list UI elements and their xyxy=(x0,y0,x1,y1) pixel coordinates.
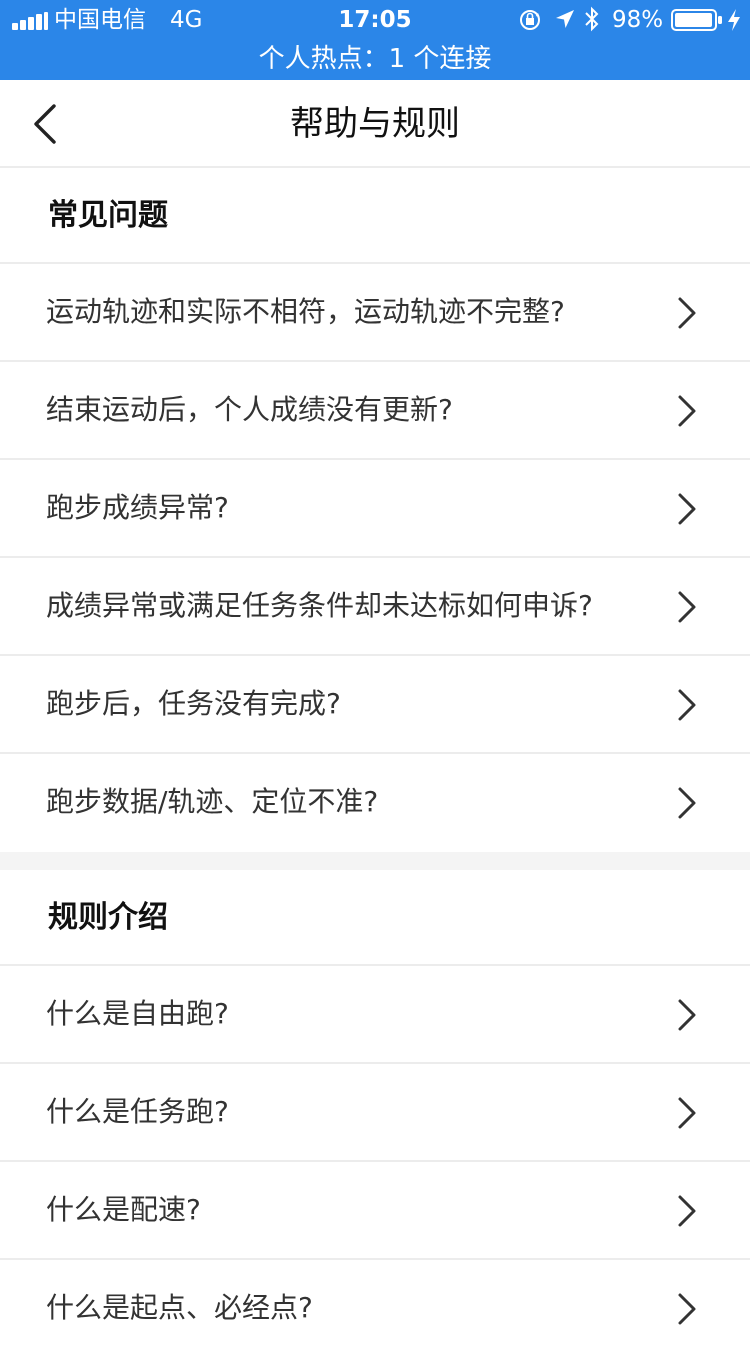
chevron-right-icon xyxy=(678,493,696,525)
list-item[interactable]: 成绩异常或满足任务条件却未达标如何申诉? xyxy=(0,558,750,656)
bluetooth-icon xyxy=(585,6,599,32)
status-bar: 中国电信 4G 17:05 98% 个人热点：1 个连接 xyxy=(0,0,750,80)
rules-list: 什么是自由跑? 什么是任务跑? 什么是配速? 什么是起点、必经点? xyxy=(0,966,750,1358)
list-item-label: 跑步成绩异常? xyxy=(46,491,229,524)
list-item-label: 结束运动后，个人成绩没有更新? xyxy=(46,393,453,426)
list-item[interactable]: 运动轨迹和实际不相符，运动轨迹不完整? xyxy=(0,264,750,362)
list-item-label: 什么是配速? xyxy=(46,1193,201,1226)
location-icon xyxy=(556,10,574,28)
nav-bar: 帮助与规则 xyxy=(0,80,750,168)
section-divider xyxy=(0,852,750,870)
list-item-label: 跑步数据/轨迹、定位不准? xyxy=(46,785,379,818)
chevron-right-icon xyxy=(678,1293,696,1325)
list-item-label: 运动轨迹和实际不相符，运动轨迹不完整? xyxy=(46,295,565,328)
chevron-right-icon xyxy=(678,591,696,623)
chevron-right-icon xyxy=(678,1097,696,1129)
list-item[interactable]: 什么是起点、必经点? xyxy=(0,1260,750,1358)
list-item[interactable]: 跑步数据/轨迹、定位不准? xyxy=(0,754,750,852)
charging-icon xyxy=(728,9,740,31)
section-title: 常见问题 xyxy=(48,198,168,233)
status-row: 中国电信 4G 17:05 98% xyxy=(0,0,750,40)
list-item[interactable]: 跑步成绩异常? xyxy=(0,460,750,558)
list-item[interactable]: 什么是配速? xyxy=(0,1162,750,1260)
page-title: 帮助与规则 xyxy=(290,104,460,144)
chevron-right-icon xyxy=(678,999,696,1031)
hotspot-banner[interactable]: 个人热点：1 个连接 xyxy=(0,40,750,78)
faq-list: 运动轨迹和实际不相符，运动轨迹不完整? 结束运动后，个人成绩没有更新? 跑步成绩… xyxy=(0,264,750,852)
chevron-right-icon xyxy=(678,297,696,329)
section-title: 规则介绍 xyxy=(48,900,168,935)
section-header-rules: 规则介绍 xyxy=(0,870,750,966)
chevron-right-icon xyxy=(678,1195,696,1227)
chevron-right-icon xyxy=(678,689,696,721)
list-item-label: 成绩异常或满足任务条件却未达标如何申诉? xyxy=(46,589,593,622)
section-header-faq: 常见问题 xyxy=(0,168,750,264)
chevron-right-icon xyxy=(678,395,696,427)
list-item[interactable]: 什么是任务跑? xyxy=(0,1064,750,1162)
battery-percent: 98% xyxy=(612,7,664,33)
list-item[interactable]: 什么是自由跑? xyxy=(0,966,750,1064)
list-item[interactable]: 跑步后，任务没有完成? xyxy=(0,656,750,754)
list-item-label: 什么是起点、必经点? xyxy=(46,1291,313,1324)
list-item-label: 跑步后，任务没有完成? xyxy=(46,687,341,720)
chevron-right-icon xyxy=(678,787,696,819)
list-item-label: 什么是任务跑? xyxy=(46,1095,229,1128)
battery-icon xyxy=(671,9,722,31)
list-item[interactable]: 结束运动后，个人成绩没有更新? xyxy=(0,362,750,460)
list-item-label: 什么是自由跑? xyxy=(46,997,229,1030)
rotation-lock-icon xyxy=(520,10,540,30)
